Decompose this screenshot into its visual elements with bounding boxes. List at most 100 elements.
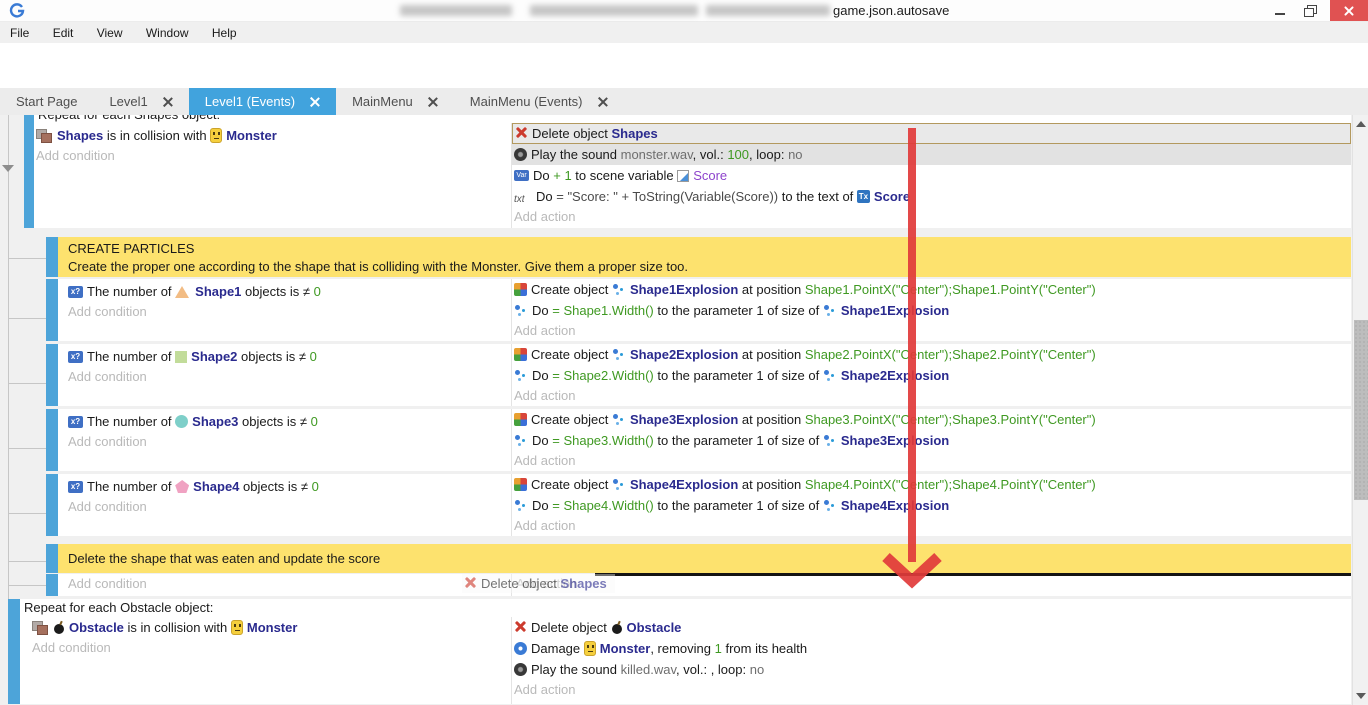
token-obj: Obstacle	[69, 620, 124, 635]
scrollbar-thumb[interactable]	[1354, 320, 1368, 500]
token-text: to the text of	[778, 189, 857, 204]
action-row[interactable]: Create object Shape3Explosion at positio…	[512, 409, 1351, 430]
token-text: objects is ≠	[241, 284, 313, 299]
action-row-selected[interactable]: Delete object Shapes	[512, 123, 1351, 144]
token-expr: 100	[727, 147, 749, 162]
add-condition-button[interactable]: Add condition	[66, 497, 511, 517]
tab-label: Start Page	[16, 94, 77, 109]
condition-row[interactable]: The number of Shape2 objects is ≠ 0	[66, 346, 511, 367]
menu-help[interactable]: Help	[202, 22, 247, 40]
token-obj: Score	[874, 189, 910, 204]
add-action-button[interactable]: Add action	[512, 321, 1351, 341]
tab-mainmenu-events[interactable]: MainMenu (Events)	[454, 88, 624, 115]
token-text: Create object	[531, 282, 612, 297]
action-row[interactable]: Do = "Score: " + ToString(Variable(Score…	[512, 186, 1351, 207]
event-shape4[interactable]: The number of Shape4 objects is ≠ 0 Add …	[46, 474, 1351, 536]
action-row[interactable]: Do = Shape3.Width() to the parameter 1 o…	[512, 430, 1351, 451]
condition-row[interactable]: The number of Shape4 objects is ≠ 0	[66, 476, 511, 497]
close-tab-icon[interactable]	[162, 96, 173, 107]
add-condition-button[interactable]: Add condition	[66, 302, 511, 322]
tab-start-page[interactable]: Start Page	[0, 88, 93, 115]
action-row[interactable]: Play the sound monster.wav, vol.: 100, l…	[512, 144, 1351, 165]
event-empty-drop-target[interactable]: Add condition Add action	[46, 574, 1351, 596]
event-selection-bar[interactable]	[46, 409, 58, 471]
token-obj: Shape1Explosion	[630, 282, 738, 297]
sound-icon	[514, 663, 527, 676]
comment-event-delete-shape[interactable]: Delete the shape that was eaten and upda…	[46, 544, 1351, 573]
action-row[interactable]: Do = Shape4.Width() to the parameter 1 o…	[512, 495, 1351, 516]
tab-level1-events[interactable]: Level1 (Events)	[189, 88, 336, 115]
add-condition-button[interactable]: Add condition	[34, 146, 511, 166]
event-selection-bar[interactable]	[46, 279, 58, 341]
scroll-up-icon[interactable]	[1356, 121, 1366, 127]
event-selection-bar[interactable]	[46, 344, 58, 406]
tab-level1[interactable]: Level1	[93, 88, 188, 115]
events-list: Repeat for each Shapes object: Shapes is…	[0, 115, 1352, 704]
add-action-button[interactable]: Add action	[512, 680, 1351, 700]
create-icon	[514, 283, 527, 296]
condition-row[interactable]: The number of Shape1 objects is ≠ 0	[66, 281, 511, 302]
damage-icon	[514, 642, 527, 655]
add-condition-button[interactable]: Add condition	[66, 367, 511, 387]
action-row[interactable]: Delete object Obstacle	[512, 617, 1351, 638]
event-repeat-obstacle[interactable]: Repeat for each Obstacle object: Obstacl…	[8, 599, 1351, 704]
action-row[interactable]: Do = Shape2.Width() to the parameter 1 o…	[512, 365, 1351, 386]
event-selection-bar[interactable]	[8, 599, 20, 704]
action-row[interactable]: Play the sound killed.wav, vol.: , loop:…	[512, 659, 1351, 680]
menu-window[interactable]: Window	[136, 22, 199, 40]
add-condition-button[interactable]: Add condition	[66, 574, 511, 594]
token-obj: Shapes	[612, 126, 658, 141]
add-action-button[interactable]: Add action	[512, 386, 1351, 406]
event-selection-bar[interactable]	[24, 115, 34, 228]
restore-button[interactable]	[1296, 0, 1324, 21]
event-shape2[interactable]: The number of Shape2 objects is ≠ 0 Add …	[46, 344, 1351, 406]
minimize-button[interactable]	[1266, 0, 1294, 21]
scroll-down-icon[interactable]	[1356, 693, 1366, 699]
add-condition-button[interactable]: Add condition	[66, 432, 511, 452]
close-tab-icon[interactable]	[597, 96, 608, 107]
add-action-button[interactable]: Add action	[512, 451, 1351, 471]
token-text: to the parameter 1 of size of	[654, 433, 823, 448]
token-text: is in collision with	[103, 128, 210, 143]
title-bar: game.json.autosave	[0, 0, 1368, 22]
menu-edit[interactable]: Edit	[43, 22, 84, 40]
token-text: , loop:	[749, 147, 788, 162]
menu-view[interactable]: View	[87, 22, 133, 40]
token-text: Delete object	[532, 126, 612, 141]
foreach-header[interactable]: Repeat for each Obstacle object:	[20, 599, 1351, 617]
close-tab-icon[interactable]	[309, 96, 320, 107]
token-expr: = Shape4.Width()	[552, 498, 654, 513]
menu-file[interactable]: File	[0, 22, 39, 40]
txt-icon	[514, 191, 532, 203]
event-selection-bar[interactable]	[46, 544, 58, 573]
tab-label: Level1	[109, 94, 147, 109]
close-tab-icon[interactable]	[427, 96, 438, 107]
condition-row[interactable]: Shapes is in collision with Monster	[34, 125, 511, 146]
action-row[interactable]: Do + 1 to scene variable Score	[512, 165, 1351, 186]
action-row[interactable]: Create object Shape1Explosion at positio…	[512, 279, 1351, 300]
vertical-scrollbar[interactable]	[1352, 115, 1368, 705]
event-shape1[interactable]: The number of Shape1 objects is ≠ 0 Add …	[46, 279, 1351, 341]
count-icon	[68, 286, 83, 298]
close-button[interactable]	[1330, 0, 1368, 21]
token-expr: = Shape3.Width()	[552, 433, 654, 448]
action-row[interactable]: Damage Monster, removing 1 from its heal…	[512, 638, 1351, 659]
event-selection-bar[interactable]	[46, 237, 58, 277]
action-row[interactable]: Create object Shape4Explosion at positio…	[512, 474, 1351, 495]
tab-mainmenu[interactable]: MainMenu	[336, 88, 454, 115]
add-condition-button[interactable]: Add condition	[30, 638, 511, 658]
add-action-button[interactable]: Add action	[512, 574, 1351, 594]
token-text: objects is ≠	[239, 479, 311, 494]
comment-event-create-particles[interactable]: CREATE PARTICLES Create the proper one a…	[46, 237, 1351, 277]
event-repeat-shapes[interactable]: Repeat for each Shapes object: Shapes is…	[24, 115, 1351, 228]
foreach-header[interactable]: Repeat for each Shapes object:	[34, 115, 1351, 123]
condition-row[interactable]: The number of Shape3 objects is ≠ 0	[66, 411, 511, 432]
event-selection-bar[interactable]	[46, 474, 58, 536]
add-action-button[interactable]: Add action	[512, 207, 1351, 227]
action-row[interactable]: Do = Shape1.Width() to the parameter 1 o…	[512, 300, 1351, 321]
action-row[interactable]: Create object Shape2Explosion at positio…	[512, 344, 1351, 365]
event-shape3[interactable]: The number of Shape3 objects is ≠ 0 Add …	[46, 409, 1351, 471]
condition-row[interactable]: Obstacle is in collision with Monster	[30, 617, 511, 638]
add-action-button[interactable]: Add action	[512, 516, 1351, 536]
event-selection-bar[interactable]	[46, 574, 58, 596]
